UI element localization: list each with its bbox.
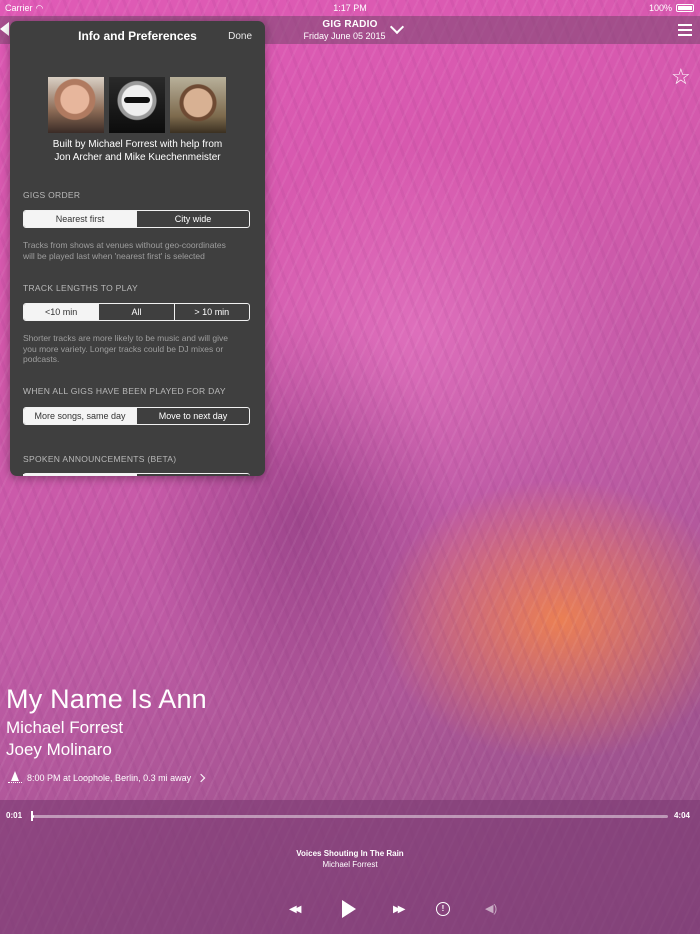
menu-icon[interactable] [678, 24, 692, 39]
gigs-order-label: GIGS ORDER [23, 190, 81, 200]
popover-title: Info and Preferences [78, 29, 197, 43]
now-playing-title: Voices Shouting In The Rain [296, 849, 404, 858]
player-bar: 0:01 4:04 Voices Shouting In The Rain Mi… [0, 800, 700, 934]
segment-move-to-next-day[interactable]: Move to next day [136, 408, 249, 424]
status-bar: Carrier ◠ 1:17 PM 100% [0, 0, 700, 16]
progress-scrubber[interactable] [31, 811, 33, 821]
credits-text: Built by Michael Forrest with help from … [10, 139, 265, 164]
chevron-right-icon [196, 773, 206, 783]
back-arrow-icon[interactable] [0, 22, 9, 36]
popover-header: Info and Preferences Done [10, 21, 265, 51]
battery-status: 100% [649, 0, 694, 16]
done-button[interactable]: Done [228, 31, 252, 42]
star-icon[interactable]: ☆ [671, 66, 691, 88]
track-lengths-segmented-control: <10 min All > 10 min [23, 303, 250, 321]
song-title: My Name Is Ann [6, 684, 207, 714]
avatar [48, 77, 104, 133]
segment-nearest-first[interactable]: Nearest first [24, 211, 136, 227]
gigs-order-note: Tracks from shows at venues without geo-… [23, 240, 253, 261]
segment-all[interactable]: All [98, 304, 173, 320]
song-artist: Michael Forrest [6, 718, 124, 737]
song-artist-secondary: Joey Molinaro [6, 740, 112, 759]
avatar [109, 77, 165, 133]
note-line: will be played last when 'nearest first'… [23, 250, 205, 261]
segment-over-10-min[interactable]: > 10 min [173, 304, 249, 320]
note-line: podcasts. [23, 354, 60, 364]
now-playing-artist: Michael Forrest [322, 860, 378, 869]
credits-line: Jon Archer and Mike Kuechenmeister [54, 151, 221, 163]
note-line: Shorter tracks are more likely to be mus… [23, 333, 229, 343]
duration-time: 4:04 [673, 811, 690, 820]
rewind-icon[interactable]: ◀◀ [289, 904, 302, 915]
battery-icon [676, 4, 694, 12]
track-lengths-note: Shorter tracks are more likely to be mus… [23, 333, 253, 365]
info-preferences-popover: Info and Preferences Done Built by Micha… [10, 21, 265, 476]
gigs-order-segmented-control: Nearest first City wide [23, 210, 250, 228]
location-icon [8, 771, 22, 785]
progress-track[interactable] [31, 815, 668, 818]
segment-more-songs-same-day[interactable]: More songs, same day [24, 408, 136, 424]
segment-city-wide[interactable]: City wide [136, 211, 249, 227]
clock: 1:17 PM [333, 3, 367, 13]
credits-line: Built by Michael Forrest with help from [52, 139, 223, 150]
play-icon[interactable] [342, 900, 356, 918]
when-played-segmented-control: More songs, same day Move to next day [23, 407, 250, 425]
segment-under-10-min[interactable]: <10 min [24, 304, 99, 320]
venue-link[interactable]: 8:00 PM at Loophole, Berlin, 0.3 mi away [8, 771, 206, 785]
note-line: Tracks from shows at venues without geo-… [23, 240, 226, 250]
avatar [170, 77, 226, 133]
info-icon[interactable]: ! [436, 902, 450, 916]
when-played-label: WHEN ALL GIGS HAVE BEEN PLAYED FOR DAY [23, 386, 226, 396]
battery-percent: 100% [648, 3, 672, 13]
track-lengths-label: TRACK LENGTHS TO PLAY [23, 283, 138, 293]
note-line: you more variety. Longer tracks could be… [23, 343, 224, 354]
spoken-announcements-label: SPOKEN ANNOUNCEMENTS (BETA) [23, 454, 177, 464]
volume-icon[interactable]: ◀) [485, 902, 497, 915]
elapsed-time: 0:01 [6, 811, 23, 820]
venue-text: 8:00 PM at Loophole, Berlin, 0.3 mi away [27, 773, 192, 783]
credits-avatars [48, 77, 226, 133]
fast-forward-icon[interactable]: ▶▶ [393, 904, 406, 915]
spoken-announcements-segmented-control[interactable] [23, 473, 250, 476]
